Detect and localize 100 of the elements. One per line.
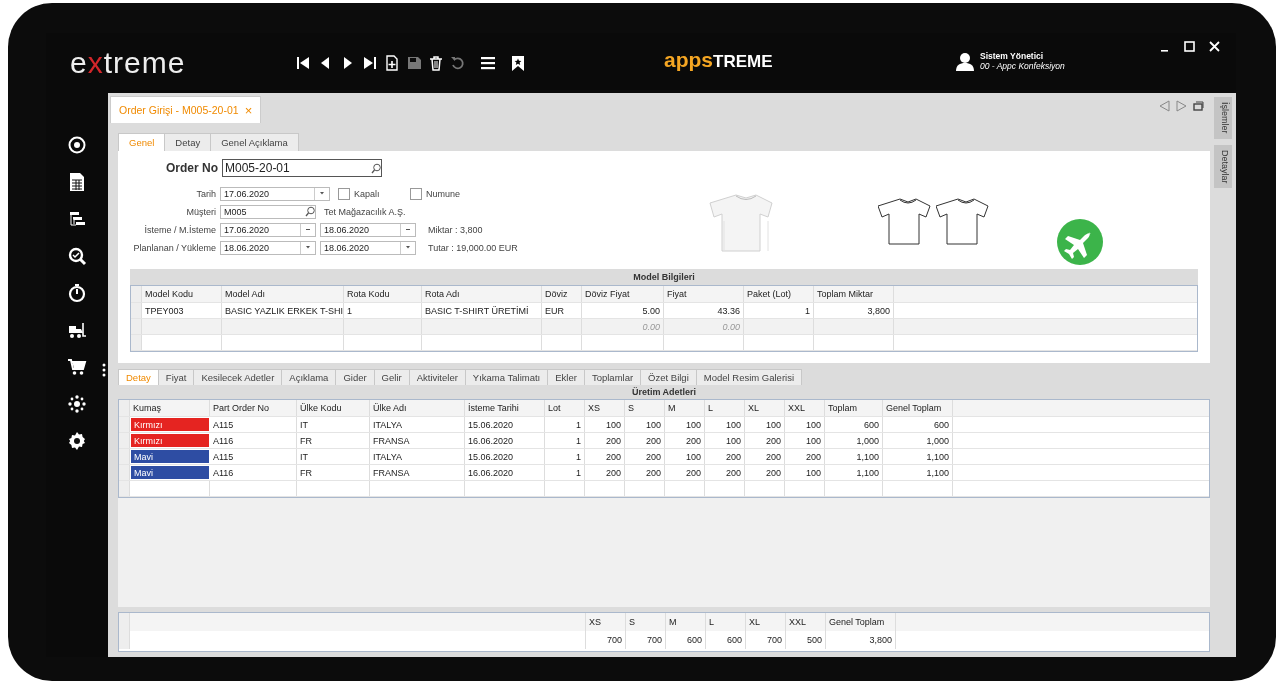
first-record-button[interactable]: [296, 55, 312, 71]
column-header[interactable]: XS: [585, 400, 625, 416]
tab[interactable]: Aktiviteler: [408, 369, 466, 385]
delete-button[interactable]: [428, 55, 444, 71]
table-cell: 15.06.2020: [465, 417, 545, 432]
spreadsheet-icon[interactable]: [67, 172, 87, 192]
tab[interactable]: Yıkama Talimatı: [464, 369, 549, 385]
column-header[interactable]: Kumaş: [130, 400, 210, 416]
new-document-icon: [384, 55, 400, 71]
column-header[interactable]: Part Order No: [210, 400, 297, 416]
date-field[interactable]: 18.06.2020: [320, 240, 416, 255]
search-icon[interactable]: [67, 246, 87, 266]
settings-icon[interactable]: [67, 431, 87, 451]
column-header[interactable]: L: [705, 400, 745, 416]
table-cell: FR: [297, 433, 370, 448]
dropdown-caret-icon: [406, 246, 410, 249]
last-record-button[interactable]: [362, 55, 378, 71]
window-icon[interactable]: [1193, 100, 1204, 112]
column-header[interactable]: Ülke Adı: [370, 400, 465, 416]
tab[interactable]: Gelir: [373, 369, 410, 385]
new-document-button[interactable]: [384, 55, 400, 71]
section-title: Model Bilgileri: [632, 271, 696, 284]
table-cell: 1,100: [883, 449, 953, 464]
column-header[interactable]: Ülke Kodu: [297, 400, 370, 416]
column-header[interactable]: Model Kodu: [142, 286, 222, 302]
side-panel-tab[interactable]: Detaylar: [1214, 144, 1232, 189]
table-cell: 1,100: [825, 449, 883, 464]
date-field[interactable]: 17.06.2020: [220, 222, 316, 237]
table-cell: 100: [665, 449, 705, 464]
checkbox[interactable]: [410, 187, 422, 200]
column-header[interactable]: M: [665, 400, 705, 416]
column-header[interactable]: Toplam Miktar: [814, 286, 894, 302]
column-header[interactable]: S: [625, 400, 665, 416]
hierarchy-icon[interactable]: [67, 209, 87, 229]
network-icon[interactable]: [67, 394, 87, 414]
tab[interactable]: Genel Açıklama: [210, 133, 299, 151]
skip-back-icon: [296, 55, 312, 71]
column-header[interactable]: İsteme Tarihi: [465, 400, 545, 416]
tab[interactable]: Toplamlar: [583, 369, 642, 385]
date-field[interactable]: 18.06.2020: [220, 240, 316, 255]
column-header[interactable]: Model Adı: [222, 286, 344, 302]
more-icon[interactable]: [102, 363, 106, 377]
column-header[interactable]: Lot: [545, 400, 585, 416]
table-cell: BASIC YAZLIK ERKEK T-SHI: [222, 303, 344, 318]
tab[interactable]: Özet Bilgi: [640, 369, 697, 385]
column-header[interactable]: Genel Toplam: [883, 400, 953, 416]
column-header[interactable]: Toplam: [825, 400, 883, 416]
cart-icon[interactable]: [67, 357, 87, 377]
table-cell: 200: [705, 449, 745, 464]
column-header: XL: [746, 613, 786, 631]
table-cell: 700: [626, 631, 666, 649]
menu-button[interactable]: [480, 55, 496, 71]
search-icon: [371, 162, 381, 174]
table-cell: 0.00: [664, 319, 744, 334]
date-field[interactable]: 18.06.2020: [320, 222, 416, 237]
table-cell: BASIC T-SHIRT ÜRETİMİ: [422, 303, 542, 318]
summary-text: Tutar : 19,000.00 EUR: [428, 242, 518, 253]
forklift-icon[interactable]: [67, 320, 87, 340]
bookmark-button[interactable]: [510, 55, 526, 71]
checkbox[interactable]: [338, 187, 350, 200]
side-panel-tab[interactable]: İşlemler: [1214, 97, 1232, 139]
column-header[interactable]: Döviz: [542, 286, 582, 302]
tab[interactable]: Detay: [164, 133, 212, 151]
table-cell: A115: [210, 449, 297, 464]
target-icon[interactable]: [67, 135, 87, 155]
table-cell: 600: [706, 631, 746, 649]
table-cell: TPEY003: [142, 303, 222, 318]
maximize-icon[interactable]: [1184, 41, 1195, 52]
table-cell: ITALYA: [370, 417, 465, 432]
table-cell: 500: [786, 631, 826, 649]
tab[interactable]: Model Resim Galerisi: [695, 369, 803, 385]
column-header: S: [626, 613, 666, 631]
column-header[interactable]: Rota Kodu: [344, 286, 422, 302]
table-cell: 16.06.2020: [465, 465, 545, 480]
column-header[interactable]: Paket (Lot): [744, 286, 814, 302]
table-cell: 200: [585, 433, 625, 448]
stopwatch-icon[interactable]: [67, 283, 87, 303]
table-cell: FR: [297, 465, 370, 480]
user-silhouette-icon: [956, 51, 974, 71]
table-cell: 200: [745, 465, 785, 480]
table-cell: 100: [665, 417, 705, 432]
tab[interactable]: Ekler: [547, 369, 585, 385]
table-cell: 700: [746, 631, 786, 649]
tab[interactable]: Gider: [335, 369, 375, 385]
field-label: Planlanan / Yükleme: [132, 242, 216, 253]
table-cell: 43.36: [664, 303, 744, 318]
tab[interactable]: Açıklama: [281, 369, 337, 385]
close-icon[interactable]: [1209, 41, 1220, 52]
tab[interactable]: Kesilecek Adetler: [193, 369, 283, 385]
column-header[interactable]: Rota Adı: [422, 286, 542, 302]
column-header[interactable]: XL: [745, 400, 785, 416]
customer-code-field[interactable]: M005: [220, 204, 316, 219]
fabric-cell: Kırmızı: [130, 417, 210, 432]
column-header[interactable]: Döviz Fiyat: [582, 286, 664, 302]
date-field[interactable]: 17.06.2020: [220, 186, 330, 201]
field-label: Müşteri: [185, 206, 216, 217]
column-header[interactable]: Fiyat: [664, 286, 744, 302]
order-number-field[interactable]: M005-20-01: [222, 159, 382, 177]
column-header[interactable]: XXL: [785, 400, 825, 416]
brand-logo: appsTREME: [664, 48, 773, 72]
